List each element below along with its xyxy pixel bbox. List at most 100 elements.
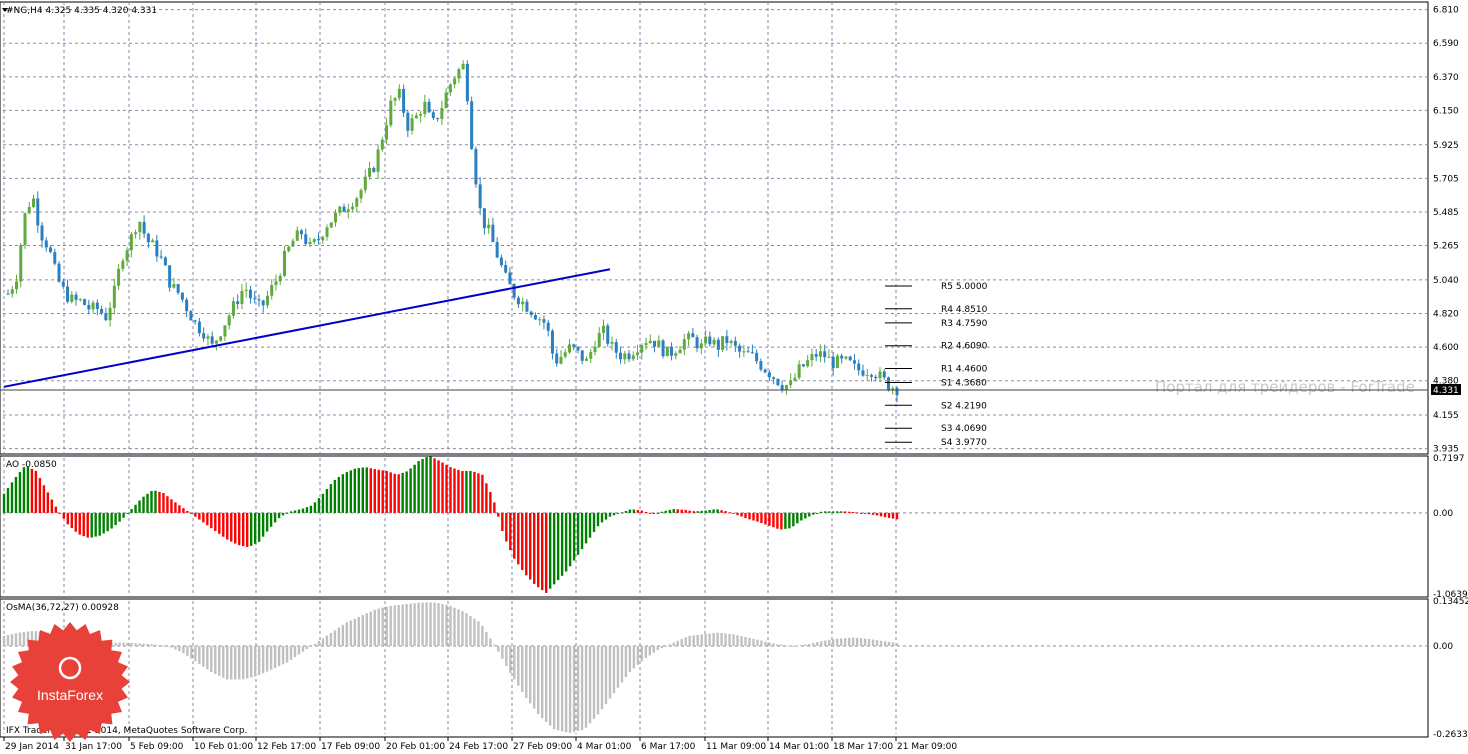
histogram-bar [756,639,759,646]
histogram-bar [421,602,424,646]
time-tick-label: 14 Mar 01:00 [769,742,829,752]
histogram-bar [576,512,580,555]
histogram-bar [596,512,600,527]
histogram-bar [752,512,755,521]
histogram-bar [796,645,799,647]
histogram-bar [720,632,723,646]
histogram-bar [640,645,644,662]
pivot-label: S2 4.2190 [941,401,987,411]
candle-body [355,198,359,207]
histogram-bar [564,512,568,572]
candle-body [19,245,23,282]
histogram-bar [369,468,372,513]
histogram-bar [289,645,293,660]
histogram-bar [493,502,496,513]
candle-body [593,346,597,353]
histogram-bar [839,511,843,513]
candle-body [227,315,231,326]
histogram-bar [98,512,101,536]
histogram-bar [720,510,723,513]
histogram-bar [26,466,30,513]
histogram-bar [413,603,416,646]
histogram-bar [214,512,217,531]
candle-body [746,351,750,353]
histogram-bar [744,637,747,646]
candle-body [644,343,648,346]
histogram-bar [433,602,436,646]
histogram-bar [321,638,325,646]
histogram-bar [760,640,763,646]
candle-body [91,302,95,310]
histogram-bar [636,645,640,665]
histogram-bar [277,512,281,519]
candle-body [619,352,623,360]
price-tick-label: 4.155 [1433,411,1459,421]
candle-body [180,292,184,300]
histogram-bar [497,645,500,652]
histogram-bar [481,625,484,646]
histogram-bar [716,632,719,646]
histogram-bar [337,627,341,646]
histogram-bar [863,512,867,514]
ao-panel[interactable]: AO -0.0850 [0,455,1429,598]
histogram-bar [469,615,472,646]
histogram-bar [401,604,404,646]
histogram-bar [497,512,500,517]
histogram-bar [776,644,779,646]
watermark: Портал для трейдеров - ForTrade [1155,378,1415,396]
candle-body [708,336,712,345]
main-price-panel[interactable]: Портал для трейдеров - ForTrade R5 5.000… [0,1,1429,455]
instaforex-logo[interactable]: InstaForex [10,622,130,742]
histogram-bar [568,512,572,567]
candle-body [265,295,269,306]
histogram-bar [863,638,867,646]
candle-body [542,319,546,323]
candle-body [376,149,380,172]
histogram-bar [178,645,181,652]
price-tick-label: 6.370 [1433,73,1459,83]
histogram-bar [501,645,504,659]
candle-body [597,332,601,347]
histogram-bar [816,512,819,514]
histogram-bar [521,512,524,571]
histogram-bar [253,645,257,677]
histogram-bar [361,467,364,513]
histogram-bar [748,637,751,646]
histogram-bar [218,645,221,676]
histogram-bar [548,512,552,589]
histogram-bar [768,642,771,646]
histogram-bar [780,512,783,530]
candle-body [346,209,350,212]
histogram-bar [325,635,329,646]
candle-body [823,351,827,358]
candle-body [66,286,70,302]
histogram-bar [265,645,269,672]
time-tick-label: 29 Jan 2014 [5,742,59,752]
histogram-bar [166,645,169,647]
chart-window[interactable]: Портал для трейдеров - ForTrade R5 5.000… [0,0,1468,754]
histogram-bar [509,645,512,674]
candle-body [214,340,218,344]
histogram-bar [174,502,177,513]
candle-body [878,371,882,379]
histogram-bar [724,633,727,646]
osma-panel[interactable]: OsMA(36,72,27) 0.00928 IFX Trader, © 200… [0,598,1429,738]
histogram-bar [265,512,269,532]
histogram-bar [485,483,488,513]
candle-body [10,289,14,294]
candle-body [767,372,771,378]
histogram-bar [182,508,185,513]
histogram-bar [373,609,376,646]
time-tick-label: 18 Mar 17:00 [833,742,893,752]
candle-body [291,240,295,247]
histogram-bar [572,645,576,732]
histogram-bar [353,468,357,513]
candle-body [857,363,861,371]
histogram-bar [18,472,22,513]
histogram-bar [684,637,687,646]
candle-body [240,290,244,305]
histogram-bar [871,512,875,515]
candle-body [733,340,737,346]
histogram-bar [333,630,337,646]
logo-badge [10,622,130,742]
